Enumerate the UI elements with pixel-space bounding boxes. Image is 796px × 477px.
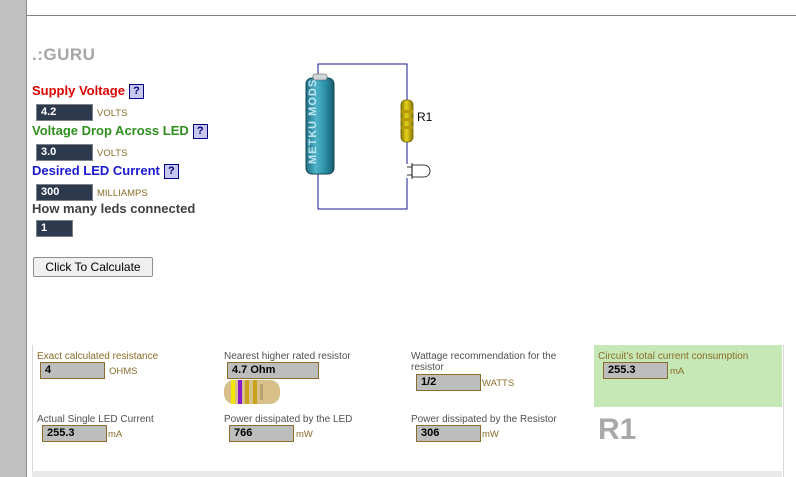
left-border-bar (0, 0, 27, 477)
voltage-drop-unit: VOLTS (97, 148, 128, 159)
exact-resistance-label: Exact calculated resistance (37, 351, 159, 362)
led-power-value: 766 (229, 425, 294, 442)
led-count-input[interactable]: 1 (36, 220, 73, 237)
wattage-value: 1/2 (416, 374, 481, 391)
led-current-unit: MILLIAMPS (97, 188, 148, 199)
resistor-power-label: Power dissipated by the Resistor (411, 414, 557, 425)
led-current-label: Desired LED Current? (32, 163, 179, 179)
total-current-value: 255.3 (603, 362, 668, 379)
total-current-unit: mA (670, 366, 685, 377)
single-led-current-label: Actual Single LED Current (37, 414, 154, 425)
help-icon[interactable]: ? (128, 84, 144, 99)
supply-voltage-unit: VOLTS (97, 108, 128, 119)
single-led-current-unit: mA (108, 429, 123, 440)
wattage-unit: WATTS (482, 378, 515, 389)
total-current-label: Circuit's total current consumption (598, 351, 749, 362)
resistor-designator: R1 (598, 413, 637, 446)
battery-brand-text: METKU MODS (307, 79, 319, 164)
help-icon[interactable]: ? (163, 164, 179, 179)
voltage-drop-input[interactable]: 3.0 (36, 144, 93, 161)
logo: .:GURU (32, 45, 96, 64)
supply-voltage-label-text: Supply Voltage (32, 83, 125, 98)
led-icon (407, 163, 431, 179)
results-bottom-strip (32, 471, 782, 477)
led-current-label-text: Desired LED Current (32, 163, 160, 178)
nearest-resistor-label: Nearest higher rated resistor (224, 351, 351, 362)
voltage-drop-label: Voltage Drop Across LED? (32, 123, 208, 139)
help-icon[interactable]: ? (192, 124, 208, 139)
calculate-button[interactable]: Click To Calculate (33, 257, 153, 277)
resistor-power-unit: mW (482, 429, 499, 440)
top-divider (26, 15, 796, 16)
resistor-label: R1 (417, 110, 433, 124)
led-current-input[interactable]: 300 (36, 184, 93, 201)
exact-resistance-value: 4 (40, 362, 105, 379)
resistor-color-code-icon (224, 380, 280, 404)
led-power-unit: mW (296, 429, 313, 440)
wattage-label: Wattage recommendation for the resistor (411, 351, 557, 373)
circuit-diagram: METKU MODS R1 (305, 63, 433, 210)
exact-resistance-unit: OHMS (109, 366, 138, 377)
resistor-icon (400, 99, 414, 143)
supply-voltage-input[interactable]: 4.2 (36, 104, 93, 121)
nearest-resistor-value: 4.7 Ohm (227, 362, 319, 379)
wire-bottom (317, 172, 408, 210)
led-count-label: How many leds connected (32, 201, 196, 216)
supply-voltage-label: Supply Voltage? (32, 83, 144, 99)
single-led-current-value: 255.3 (42, 425, 107, 442)
led-power-label: Power dissipated by the LED (224, 414, 353, 425)
voltage-drop-label-text: Voltage Drop Across LED (32, 123, 189, 138)
resistor-power-value: 306 (416, 425, 481, 442)
battery-icon: METKU MODS (305, 73, 335, 175)
